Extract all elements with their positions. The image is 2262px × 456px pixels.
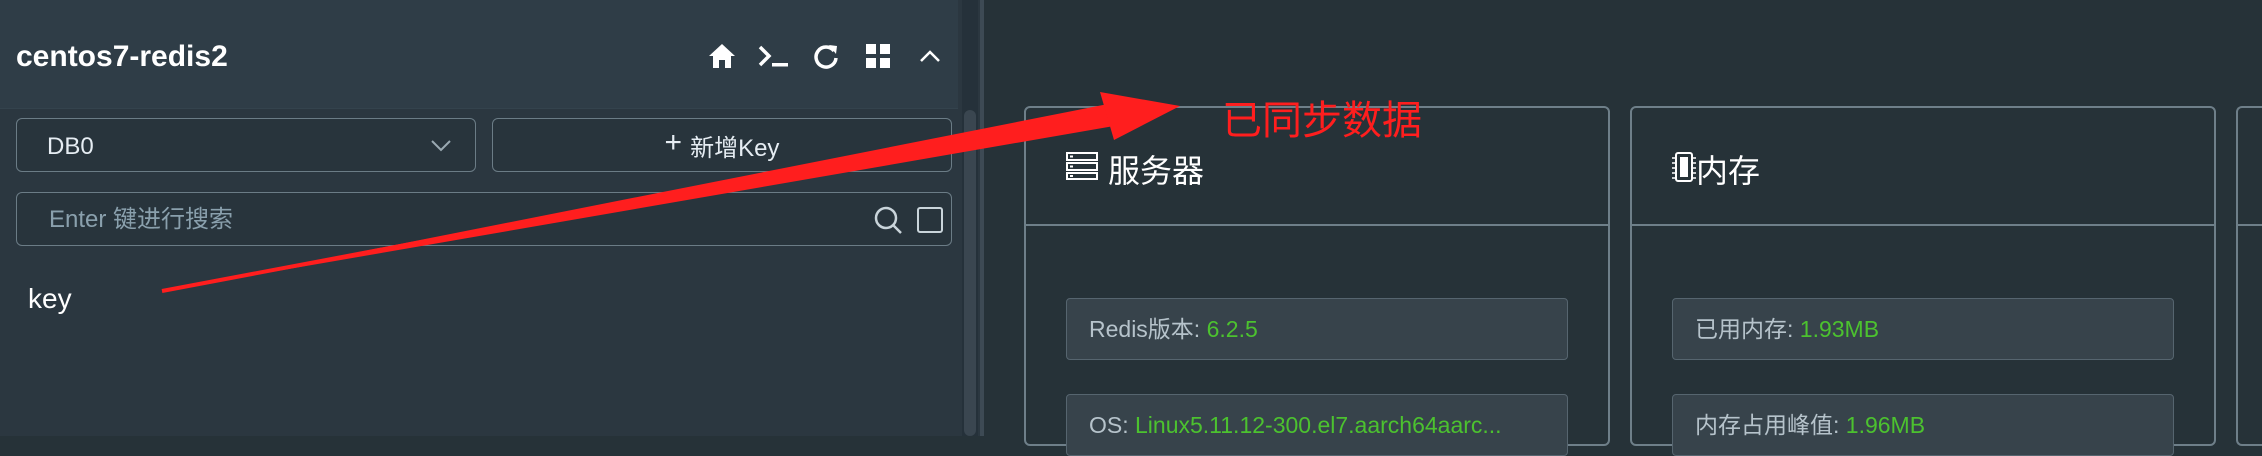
annotation-text: 已同步数据 [1222, 99, 1422, 143]
annotation-arrow [161, 92, 1180, 293]
